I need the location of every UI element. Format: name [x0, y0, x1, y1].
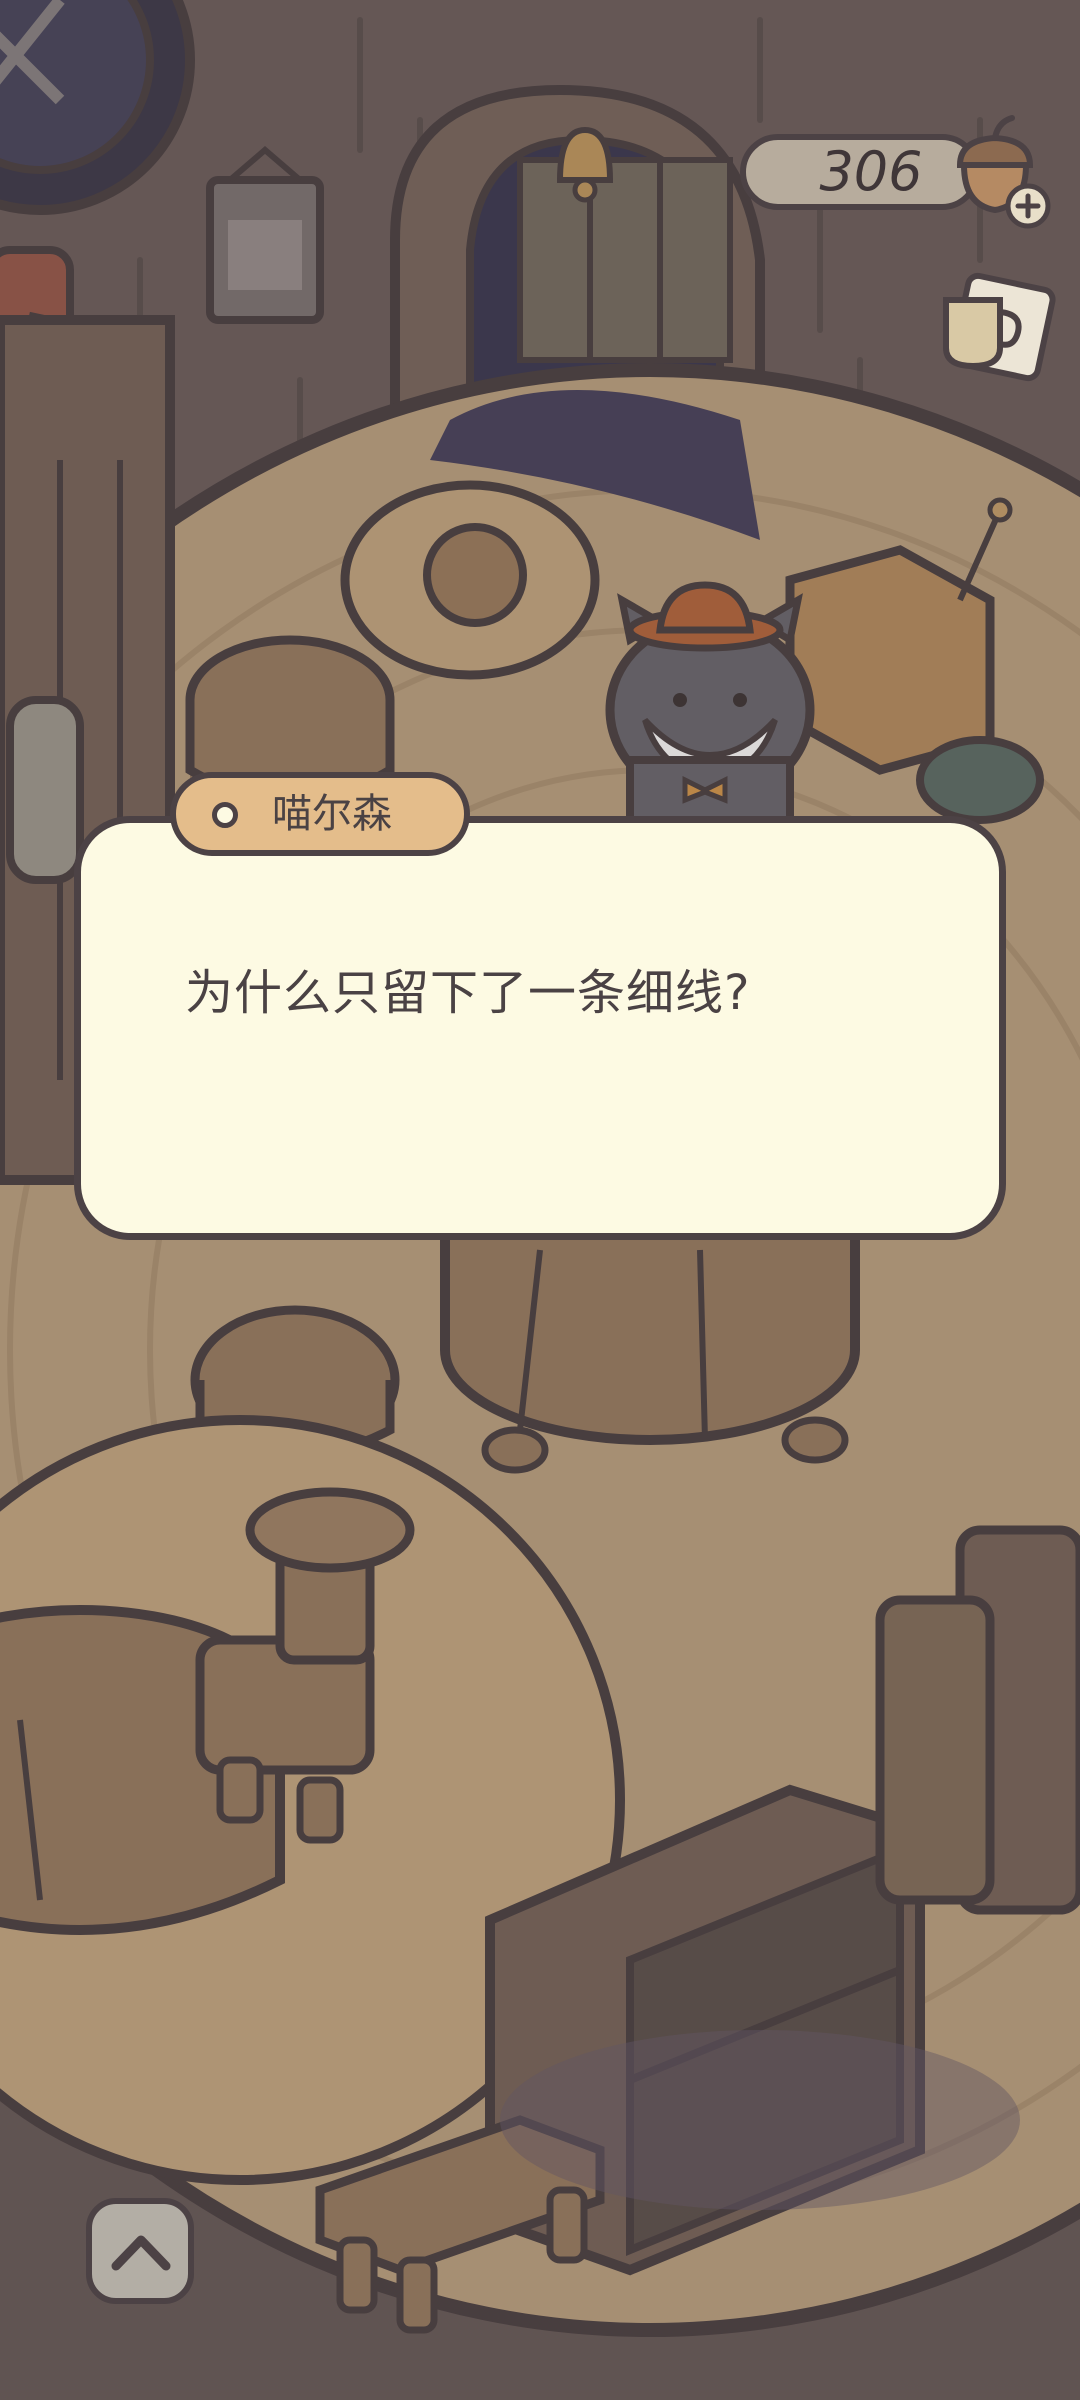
- dialog-text: 为什么只留下了一条细线?: [185, 965, 751, 1021]
- acorn-plus-icon[interactable]: [940, 110, 1060, 230]
- speaker-name-tag: 喵尔森: [170, 772, 470, 856]
- acorn-currency-counter[interactable]: 306: [740, 115, 1051, 229]
- name-tag-dot-icon: [212, 802, 238, 828]
- speaker-name: 喵尔森: [272, 791, 392, 837]
- dialog-box[interactable]: 为什么只留下了一条细线?: [74, 816, 1006, 1240]
- expand-menu-button[interactable]: [86, 2198, 194, 2304]
- chevron-up-icon: [111, 2235, 171, 2271]
- coffee-cup-icon[interactable]: [930, 270, 1060, 390]
- currency-value: 306: [819, 140, 923, 203]
